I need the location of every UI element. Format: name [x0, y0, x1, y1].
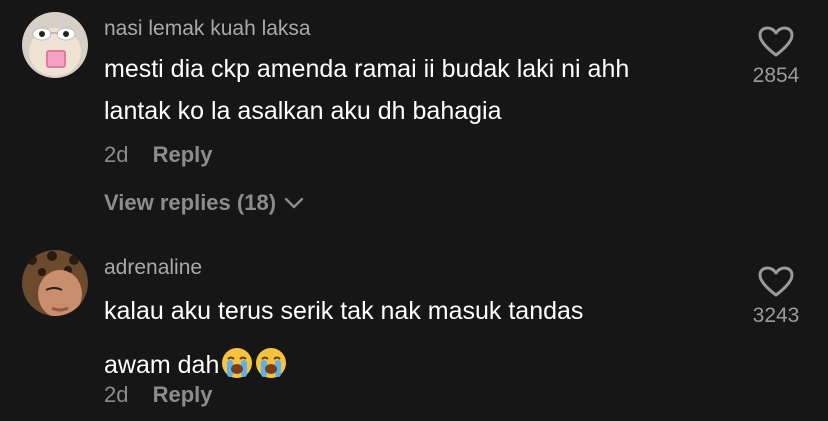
like-button[interactable]: 3243: [742, 266, 810, 328]
comment-age: 2d: [104, 142, 129, 167]
avatar[interactable]: [22, 12, 88, 78]
reply-button[interactable]: Reply: [153, 142, 213, 167]
comment-item: adrenaline kalau aku terus serik tak nak…: [0, 230, 828, 421]
comment-username[interactable]: nasi lemak kuah laksa: [104, 17, 311, 41]
heart-icon: [758, 266, 794, 297]
comment-username[interactable]: adrenaline: [104, 256, 202, 280]
reply-button[interactable]: Reply: [153, 382, 213, 407]
comment-text: mesti dia ckp amenda ramai ii budak laki…: [104, 48, 744, 132]
comment-item: nasi lemak kuah laksa mesti dia ckp amen…: [0, 0, 828, 230]
woman-avatar-icon: [22, 250, 88, 316]
loudly-crying-face-icon: [255, 347, 287, 392]
hamster-avatar-icon: [22, 12, 88, 78]
avatar[interactable]: [22, 250, 88, 316]
like-button[interactable]: 2854: [742, 26, 810, 88]
like-count: 2854: [752, 64, 800, 87]
heart-icon: [758, 26, 794, 57]
comment-meta: 2d Reply: [104, 382, 213, 408]
comment-text-line: mesti dia ckp amenda ramai ii budak laki…: [104, 55, 630, 83]
loudly-crying-face-icon: [221, 347, 253, 392]
view-replies-label: View replies (18): [104, 190, 277, 215]
comment-text-line: kalau aku terus serik tak nak masuk tand…: [104, 297, 584, 325]
comment-age: 2d: [104, 382, 129, 407]
comment-text-line: lantak ko la asalkan aku dh bahagia: [104, 97, 502, 125]
chevron-down-icon: [284, 197, 304, 209]
comment-meta: 2d Reply: [104, 142, 213, 168]
comment-text-line: awam dah: [104, 351, 220, 379]
comment-text: kalau aku terus serik tak nak masuk tand…: [104, 290, 744, 392]
like-count: 3243: [752, 304, 800, 327]
view-replies-button[interactable]: View replies (18): [104, 190, 304, 216]
